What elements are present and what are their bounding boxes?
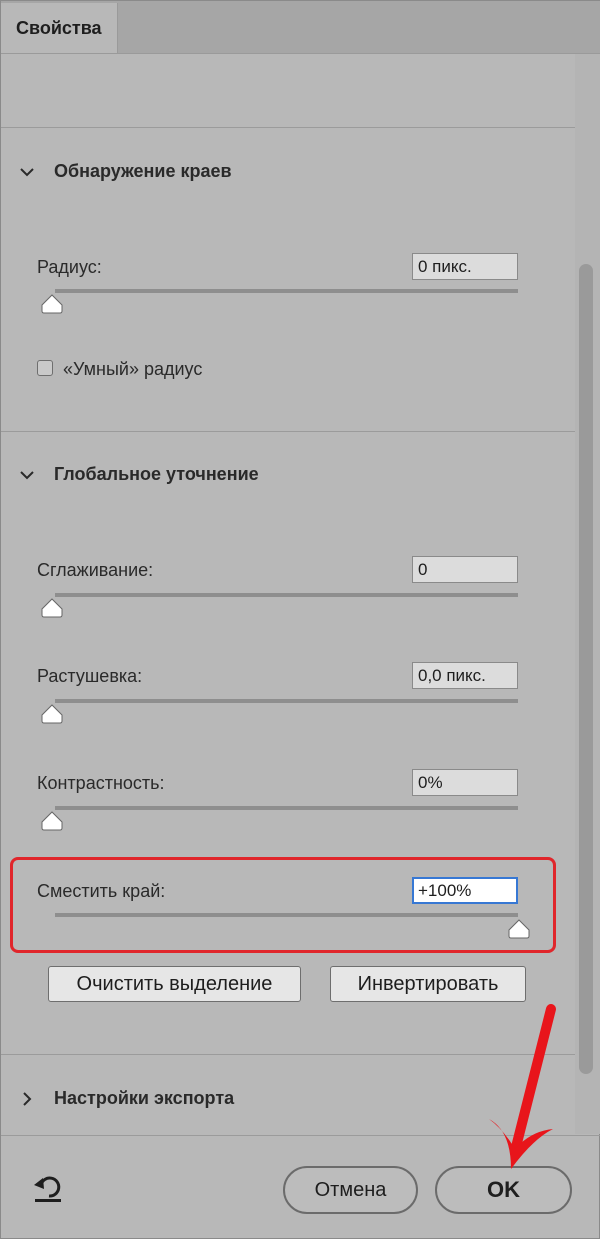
clear-selection-button[interactable]: Очистить выделение	[48, 966, 301, 1002]
annotation-highlight-box	[10, 857, 556, 953]
scrollbar-thumb[interactable]	[579, 264, 593, 1074]
radius-label: Радиус:	[37, 257, 102, 277]
chevron-down-icon	[20, 471, 34, 480]
divider	[1, 127, 575, 128]
chevron-down-icon	[20, 168, 34, 177]
feather-label: Растушевка:	[37, 666, 143, 686]
red-arrow-icon	[489, 1004, 556, 1169]
section-title: Обнаружение краев	[54, 161, 232, 181]
radius-slider-track[interactable]	[55, 289, 518, 293]
slider-thumb-icon[interactable]	[41, 811, 63, 831]
properties-panel: Свойства Обнаружение краев Радиус: 0 пик…	[0, 0, 600, 1239]
radius-input[interactable]: 0 пикс.	[412, 253, 518, 280]
feather-slider-track[interactable]	[55, 699, 518, 703]
feather-input[interactable]: 0,0 пикс.	[412, 662, 518, 689]
smart-radius-label: «Умный» радиус	[63, 359, 203, 379]
smart-radius-checkbox[interactable]	[37, 360, 53, 376]
contrast-label: Контрастность:	[37, 773, 165, 793]
tab-bar: Свойства	[1, 1, 600, 54]
slider-thumb-icon[interactable]	[41, 294, 63, 314]
slider-thumb-icon[interactable]	[41, 598, 63, 618]
section-title: Глобальное уточнение	[54, 464, 259, 484]
section-title: Настройки экспорта	[54, 1088, 235, 1108]
cancel-button[interactable]: Отмена	[283, 1166, 418, 1214]
slider-thumb-icon[interactable]	[41, 704, 63, 724]
invert-button[interactable]: Инвертировать	[330, 966, 526, 1002]
smooth-slider-track[interactable]	[55, 593, 518, 597]
reset-icon[interactable]	[31, 1173, 67, 1205]
divider	[1, 431, 575, 432]
smooth-label: Сглаживание:	[37, 560, 154, 580]
tab-properties[interactable]: Свойства	[1, 3, 118, 53]
contrast-input[interactable]: 0%	[412, 769, 518, 796]
contrast-slider-track[interactable]	[55, 806, 518, 810]
chevron-right-icon	[23, 1092, 32, 1106]
smooth-input[interactable]: 0	[412, 556, 518, 583]
